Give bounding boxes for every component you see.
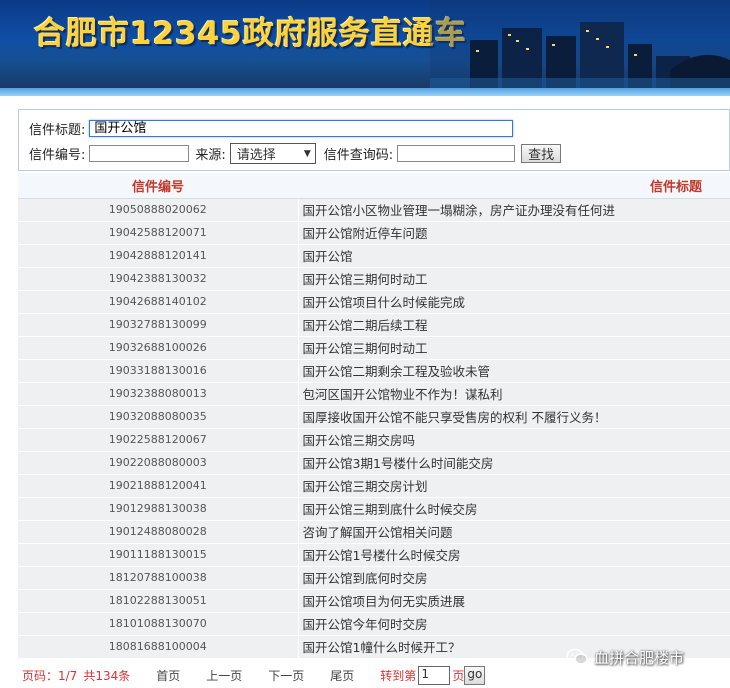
letter-title-link[interactable]: 咨询了解国开公馆相关问题	[298, 520, 730, 544]
search-panel: 信件标题: 国开公馆 信件编号: 来源: 请选择 ▼ 信件查询码: 查找	[18, 109, 730, 171]
query-code-input[interactable]	[397, 145, 516, 162]
letter-title-link[interactable]: 国开公馆项目为何无实质进展	[298, 589, 730, 613]
title-label: 信件标题:	[29, 123, 86, 138]
query-code-label: 信件查询码:	[323, 148, 394, 163]
table-row[interactable]: 19022588120067 国开公馆三期交房吗	[18, 428, 730, 452]
letter-number-cell: 19011188130015	[18, 543, 299, 567]
letter-number-cell: 19042388130032	[18, 267, 299, 291]
site-title: 合肥市12345政府服务直通车	[34, 16, 467, 52]
letter-number-cell: 19022588120067	[18, 428, 299, 452]
table-row[interactable]: 19033188130016 国开公馆二期剩余工程及验收未管	[18, 359, 730, 383]
letter-title-link[interactable]: 国开公馆到底何时交房	[298, 566, 730, 590]
table-header-row: 信件编号 信件标题	[18, 173, 730, 199]
goto-suffix: 页	[452, 668, 465, 683]
last-page-link[interactable]: 尾页	[330, 667, 354, 684]
watermark-text: 血拼合肥楼市	[594, 648, 685, 667]
city-skyline-image	[430, 0, 730, 88]
table-row[interactable]: 19032088080035 国厚接收国开公馆不能只享受售房的权利 不履行义务！	[18, 405, 730, 429]
letter-title-link[interactable]: 国开公馆3期1号楼什么时间能交房	[298, 451, 730, 475]
first-page-link[interactable]: 首页	[156, 667, 180, 684]
letter-title-link[interactable]: 国开公馆小区物业管理一塌糊涂，房产证办理没有任何进	[298, 198, 730, 222]
letter-title-link[interactable]: 国开公馆二期后续工程	[298, 313, 730, 337]
search-row-filters: 信件编号: 来源: 请选择 ▼ 信件查询码: 查找	[29, 143, 562, 164]
table-row[interactable]: 19032788130099 国开公馆二期后续工程	[18, 313, 730, 337]
title-search-input[interactable]: 国开公馆	[89, 120, 514, 137]
table-row[interactable]: 19042688140102 国开公馆项目什么时候能完成	[18, 290, 730, 314]
table-row[interactable]: 18102288130051 国开公馆项目为何无实质进展	[18, 589, 730, 613]
letter-title-link[interactable]: 包河区国开公馆物业不作为！谋私利	[298, 382, 730, 406]
letter-number-input[interactable]	[89, 145, 190, 162]
letter-title-link[interactable]: 国开公馆三期交房吗	[298, 428, 730, 452]
letter-number-cell: 19021888120041	[18, 474, 299, 498]
table-row[interactable]: 18101088130070 国开公馆今年何时交房	[18, 612, 730, 636]
header-letter-title: 信件标题	[298, 173, 730, 199]
letter-title-link[interactable]: 国开公馆1号楼什么时候交房	[298, 543, 730, 567]
table-row[interactable]: 19022088080003 国开公馆3期1号楼什么时间能交房	[18, 451, 730, 475]
letter-number-cell: 18081688100004	[18, 635, 299, 659]
source-label: 来源:	[195, 148, 226, 163]
goto-prefix: 转到第	[380, 668, 417, 683]
pagination: 页码：1/7 共134条 首页 上一页 下一页 尾页 转到第 1 页 go	[22, 664, 486, 686]
dropdown-arrow-icon: ▼	[303, 148, 311, 159]
prev-page-link[interactable]: 上一页	[206, 667, 242, 684]
letter-number-cell: 19032688100026	[18, 336, 299, 360]
letter-number-cell: 19032088080035	[18, 405, 299, 429]
letter-title-link[interactable]: 国开公馆	[298, 244, 730, 268]
table-row[interactable]: 19032388080013 包河区国开公馆物业不作为！谋私利	[18, 382, 730, 406]
results-table-wrapper: 信件编号 信件标题 19050888020062 国开公馆小区物业管理一塌糊涂，房…	[18, 173, 730, 659]
search-button[interactable]: 查找	[521, 144, 562, 163]
go-button[interactable]: go	[464, 665, 486, 685]
letter-number-cell: 19042888120141	[18, 244, 299, 268]
letter-title-link[interactable]: 国开公馆三期何时动工	[298, 336, 730, 360]
letter-number-cell: 19012988130038	[18, 497, 299, 521]
source-select-value: 请选择	[236, 148, 276, 163]
letter-number-cell: 18102288130051	[18, 589, 299, 613]
table-row[interactable]: 19032688100026 国开公馆三期何时动工	[18, 336, 730, 360]
source-select[interactable]: 请选择 ▼	[229, 143, 316, 164]
letter-title-link[interactable]: 国开公馆二期剩余工程及验收未管	[298, 359, 730, 383]
letter-title-link[interactable]: 国开公馆三期到底什么时候交房	[298, 497, 730, 521]
letter-number-cell: 19042688140102	[18, 290, 299, 314]
letter-title-link[interactable]: 国开公馆三期何时动工	[298, 267, 730, 291]
watermark: 血拼合肥楼市	[566, 646, 684, 668]
search-row-title: 信件标题: 国开公馆	[29, 119, 514, 138]
header-banner: 合肥市12345政府服务直通车	[0, 0, 730, 88]
table-row[interactable]: 19042888120141 国开公馆	[18, 244, 730, 268]
table-row[interactable]: 19042388130032 国开公馆三期何时动工	[18, 267, 730, 291]
letter-number-cell: 19050888020062	[18, 198, 299, 222]
table-row[interactable]: 19011188130015 国开公馆1号楼什么时候交房	[18, 543, 730, 567]
next-page-link[interactable]: 下一页	[268, 667, 304, 684]
letter-number-cell: 19012488080028	[18, 520, 299, 544]
results-table: 信件编号 信件标题 19050888020062 国开公馆小区物业管理一塌糊涂，房…	[18, 173, 730, 659]
letter-number-cell: 19022088080003	[18, 451, 299, 475]
letter-number-cell: 19032788130099	[18, 313, 299, 337]
letter-number-cell: 19042588120071	[18, 221, 299, 245]
wechat-icon	[566, 648, 588, 665]
table-row[interactable]: 19050888020062 国开公馆小区物业管理一塌糊涂，房产证办理没有任何进	[18, 198, 730, 222]
header-letter-number: 信件编号	[18, 173, 298, 199]
page-info: 页码：1/7	[22, 668, 78, 683]
table-row[interactable]: 19042588120071 国开公馆附近停车问题	[18, 221, 730, 245]
letter-number-cell: 18101088130070	[18, 612, 299, 636]
table-row[interactable]: 18120788100038 国开公馆到底何时交房	[18, 566, 730, 590]
table-row[interactable]: 19012488080028 咨询了解国开公馆相关问题	[18, 520, 730, 544]
table-row[interactable]: 19012988130038 国开公馆三期到底什么时候交房	[18, 497, 730, 521]
letter-number-cell: 18120788100038	[18, 566, 299, 590]
goto-page-input[interactable]: 1	[418, 665, 451, 685]
letter-number-cell: 19033188130016	[18, 359, 299, 383]
letter-title-link[interactable]: 国开公馆今年何时交房	[298, 612, 730, 636]
letter-title-link[interactable]: 国厚接收国开公馆不能只享受售房的权利 不履行义务！	[298, 405, 730, 429]
letter-title-link[interactable]: 国开公馆三期交房计划	[298, 474, 730, 498]
letter-title-link[interactable]: 国开公馆附近停车问题	[298, 221, 730, 245]
total-count: 共134条	[83, 668, 131, 683]
banner-divider	[0, 88, 730, 96]
letter-number-cell: 19032388080013	[18, 382, 299, 406]
table-row[interactable]: 19021888120041 国开公馆三期交房计划	[18, 474, 730, 498]
letter-title-link[interactable]: 国开公馆项目什么时候能完成	[298, 290, 730, 314]
number-label: 信件编号:	[29, 148, 86, 163]
